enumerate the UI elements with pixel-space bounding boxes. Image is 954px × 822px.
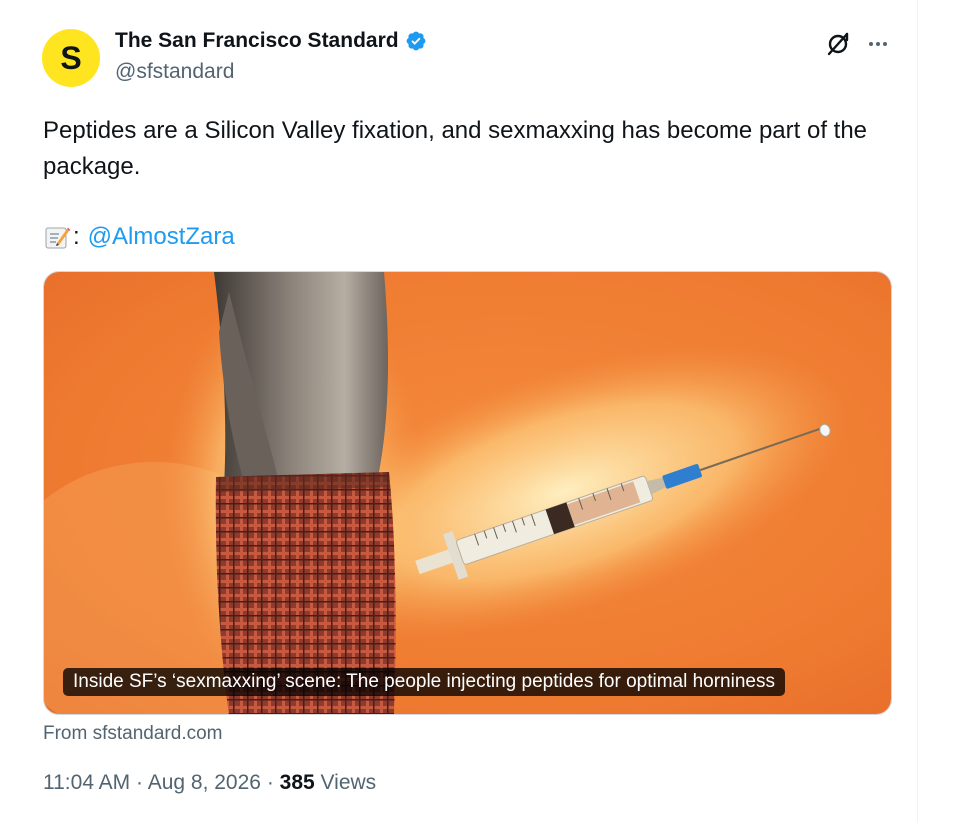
card-source: From sfstandard.com bbox=[43, 723, 223, 745]
verified-badge-icon[interactable] bbox=[405, 30, 427, 52]
grok-icon[interactable] bbox=[824, 30, 852, 58]
card-title: Inside SF’s ‘sexmaxxing’ scene: The peop… bbox=[63, 668, 785, 696]
card-source-prefix: From bbox=[43, 723, 88, 744]
author-name-row: The San Francisco Standard bbox=[115, 29, 427, 53]
tweet-time[interactable]: 11:04 AM bbox=[43, 771, 130, 794]
tweet-text: Peptides are a Silicon Valley fixation, … bbox=[43, 117, 868, 180]
card-source-domain-link[interactable]: sfstandard.com bbox=[93, 723, 223, 744]
more-icon[interactable] bbox=[864, 30, 892, 58]
memo-emoji-icon bbox=[45, 227, 71, 249]
link-card[interactable]: Inside SF’s ‘sexmaxxing’ scene: The peop… bbox=[43, 271, 892, 715]
card-image bbox=[44, 272, 891, 714]
meta-separator: · bbox=[266, 771, 274, 794]
views-label: Views bbox=[320, 771, 377, 794]
tweet-date[interactable]: Aug 8, 2026 bbox=[148, 771, 261, 794]
tweet-metadata: 11:04 AM · Aug 8, 2026 · 385 Views bbox=[43, 771, 376, 795]
credit-mention-link[interactable]: @AlmostZara bbox=[88, 219, 235, 255]
views-count: 385 bbox=[279, 771, 315, 794]
author-display-name[interactable]: The San Francisco Standard bbox=[115, 29, 399, 53]
meta-separator: · bbox=[136, 771, 144, 794]
timeline-border bbox=[917, 0, 918, 822]
author-handle[interactable]: @sfstandard bbox=[115, 60, 234, 84]
tweet-credit: : @AlmostZara bbox=[43, 219, 235, 255]
avatar-letter: S bbox=[60, 39, 82, 76]
credit-separator: : bbox=[73, 223, 80, 250]
avatar[interactable]: S bbox=[42, 29, 100, 87]
